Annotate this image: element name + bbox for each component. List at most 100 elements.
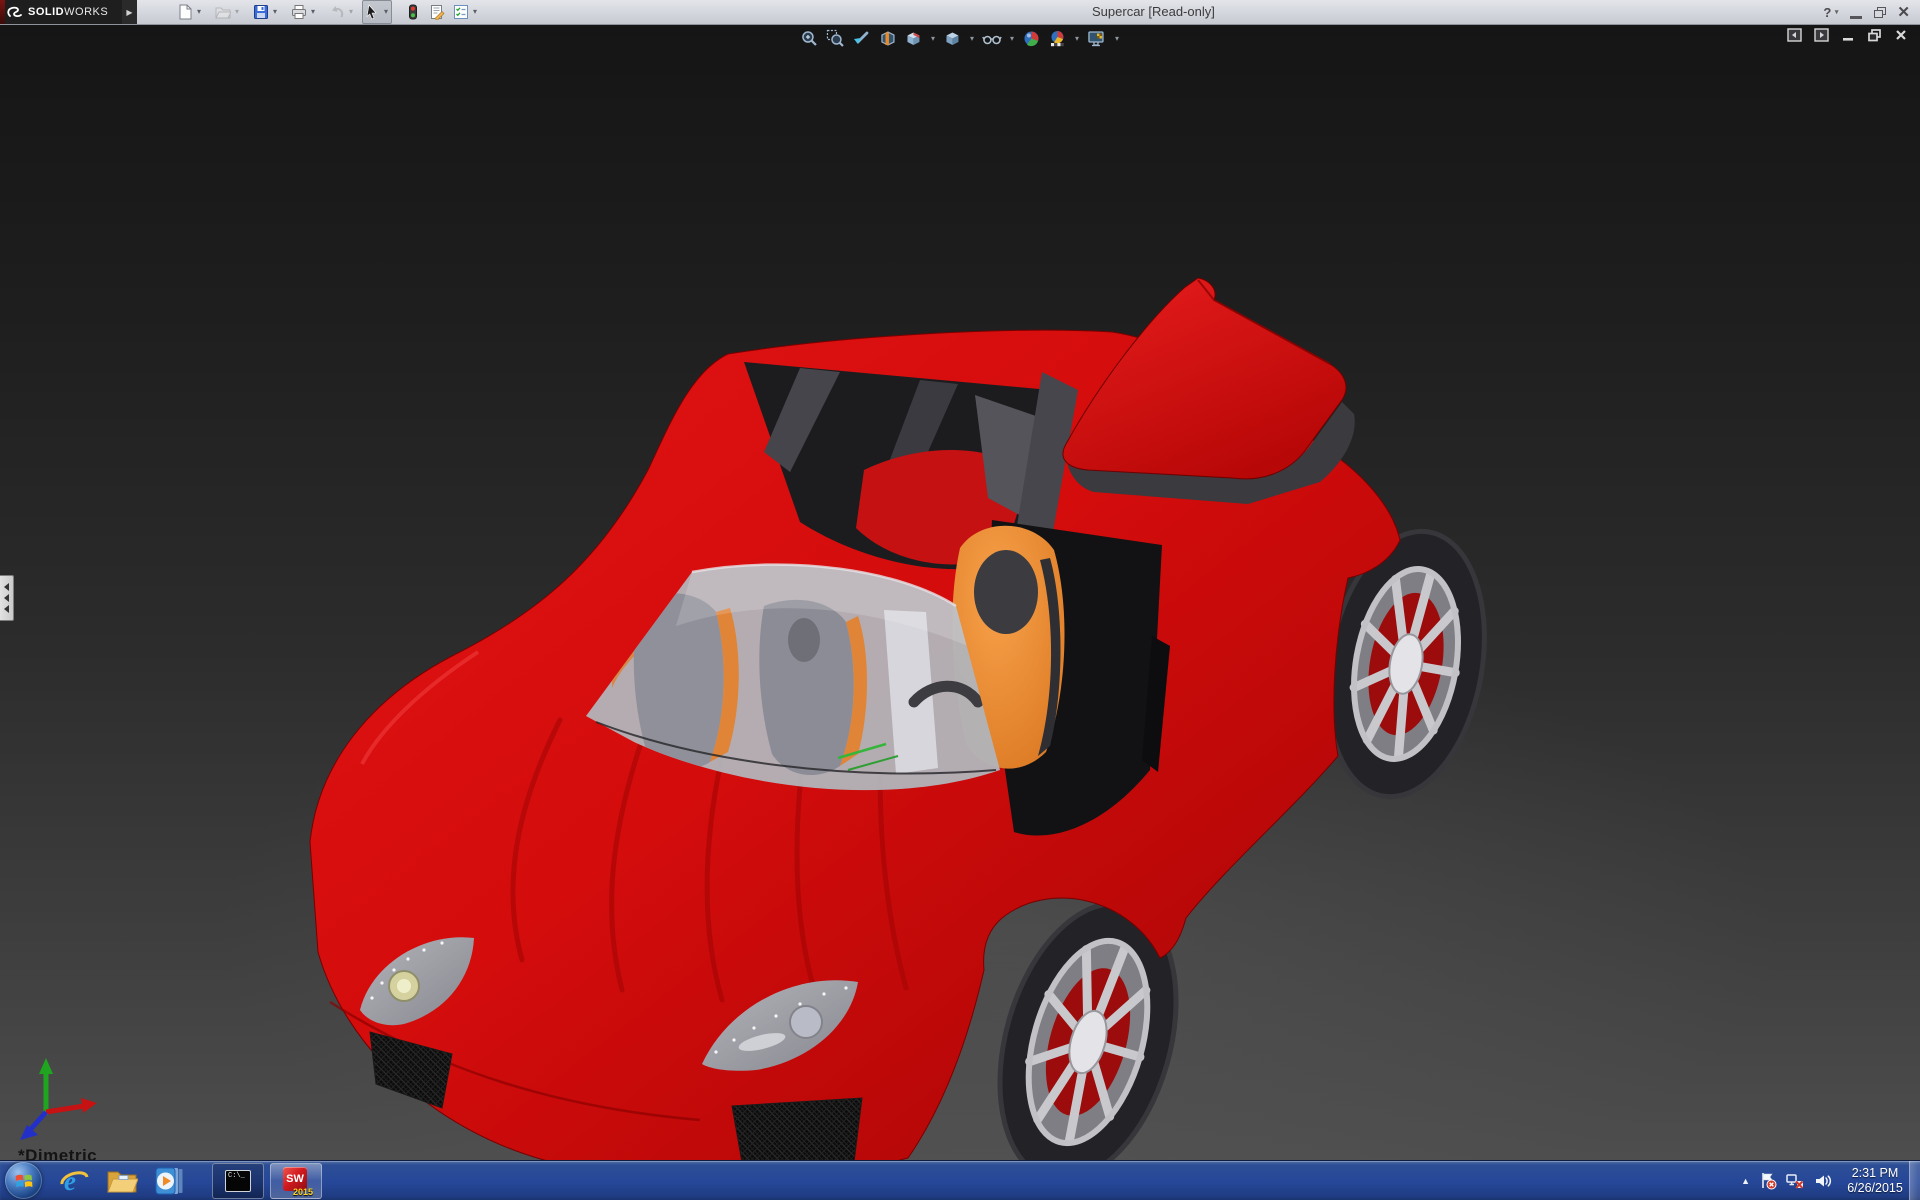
tray-time: 2:31 PM [1842,1166,1908,1181]
file-properties-icon [429,4,445,20]
print-icon [291,4,307,20]
titlebar: SOLIDWORKS ▶ ▾ ▾ ▾ [0,0,1920,25]
doc-minimize-icon [1841,28,1855,42]
view-settings-icon [1087,29,1107,48]
minimize-button[interactable] [1850,6,1862,19]
taskbar-windows-explorer[interactable] [98,1161,146,1200]
window-controls: ? ▾ ✕ [1823,0,1910,24]
undo-arrow-icon [329,4,345,20]
print-button[interactable] [290,1,308,23]
start-button[interactable] [5,1162,42,1199]
collapse-right-pane-button[interactable] [1814,28,1829,42]
previous-view-icon [852,29,871,48]
restore-button[interactable] [1874,7,1885,17]
taskbar: e C:\_ [0,1160,1920,1200]
zoom-to-fit-button[interactable] [799,27,820,49]
hide-show-items-dropdown[interactable]: ▾ [1010,34,1014,43]
edit-appearance-button[interactable] [1021,27,1042,49]
internet-explorer-icon: e [58,1165,90,1197]
zoom-to-area-icon [826,29,845,48]
help-button[interactable]: ? ▾ [1823,5,1838,20]
network-disconnected-icon[interactable] [1786,1172,1805,1190]
taskbar-solidworks-2015[interactable]: SW 2015 [270,1163,322,1199]
solidworks-window: SOLIDWORKS ▶ ▾ ▾ ▾ [0,0,1920,1200]
options-dropdown[interactable]: ▾ [470,2,480,22]
taskbar-internet-explorer[interactable]: e [50,1161,98,1200]
volume-icon[interactable] [1814,1172,1833,1190]
close-button[interactable]: ✕ [1897,3,1910,21]
view-orientation-cube-icon [904,29,923,48]
select-dropdown[interactable]: ▾ [381,2,391,22]
taskbar-media-player[interactable] [146,1161,194,1200]
appearance-sphere-icon [1022,29,1041,48]
supercar-model [0,24,1920,1160]
zoom-to-fit-icon [800,29,819,48]
pane-right-icon [1814,28,1829,42]
save-button[interactable] [252,1,270,23]
previous-view-button[interactable] [851,27,872,49]
tab-arrow-icon [4,594,9,602]
graphics-viewport[interactable]: ▾ ▾ ▾ [0,24,1920,1160]
eyeglasses-icon [982,29,1002,48]
open-dropdown[interactable]: ▾ [232,2,242,22]
file-properties-button[interactable] [428,1,446,23]
taskbar-command-prompt[interactable]: C:\_ [212,1163,264,1199]
traffic-light-icon [405,4,421,20]
select-tool-button[interactable] [363,1,381,23]
save-floppy-icon [253,4,269,20]
view-orientation-dropdown[interactable]: ▾ [931,34,935,43]
zoom-to-area-button[interactable] [825,27,846,49]
doc-close-button[interactable] [1894,28,1908,42]
view-settings-dropdown[interactable]: ▾ [1115,34,1119,43]
tab-arrow-icon [4,605,9,613]
save-dropdown[interactable]: ▾ [270,2,280,22]
heads-up-view-toolbar: ▾ ▾ ▾ [799,27,1121,49]
print-dropdown[interactable]: ▾ [308,2,318,22]
clock[interactable]: 2:31 PM 6/26/2015 [1842,1166,1908,1196]
view-orientation-button[interactable] [903,27,924,49]
display-style-button[interactable] [942,27,963,49]
document-window-controls [1787,28,1908,42]
solidworks-logo-icon [6,5,24,19]
show-desktop-button[interactable] [1909,1161,1920,1200]
doc-minimize-button[interactable] [1841,28,1855,42]
options-checklist-icon [453,4,469,20]
doc-restore-button[interactable] [1867,28,1882,42]
hide-show-items-button[interactable] [981,27,1003,49]
display-style-dropdown[interactable]: ▾ [970,34,974,43]
apply-scene-button[interactable] [1047,27,1068,49]
folder-icon [106,1166,138,1196]
system-tray: ▲ 2:31 PM 6/26/2015 [1741,1161,1908,1200]
menu-expand-arrow[interactable]: ▶ [122,0,137,24]
logo-red-strip [0,0,5,24]
action-center-flag-icon[interactable] [1759,1172,1777,1190]
tab-arrow-icon [4,583,9,591]
open-folder-icon [215,4,231,20]
apply-scene-icon [1048,29,1067,48]
display-style-cube-icon [943,29,962,48]
solidworks-logo: SOLIDWORKS [0,0,122,24]
new-document-icon [177,4,193,20]
view-settings-button[interactable] [1086,27,1108,49]
select-cursor-icon [364,4,380,20]
window-title: Supercar [Read-only] [1092,4,1215,19]
open-button[interactable] [214,1,232,23]
section-view-icon [878,29,897,48]
windows-flag-icon [14,1171,34,1191]
svg-text:e: e [64,1166,76,1196]
apply-scene-dropdown[interactable]: ▾ [1075,34,1079,43]
new-button[interactable] [176,1,194,23]
section-view-button[interactable] [877,27,898,49]
new-dropdown[interactable]: ▾ [194,2,204,22]
media-player-icon [154,1166,186,1196]
feature-manager-collapsed-tab[interactable] [0,575,14,621]
rebuild-button[interactable] [404,1,422,23]
undo-dropdown[interactable]: ▾ [346,2,356,22]
collapse-left-pane-button[interactable] [1787,28,1802,42]
lower-grille [732,1098,862,1160]
doc-close-icon [1894,28,1908,42]
show-hidden-icons-button[interactable]: ▲ [1741,1176,1750,1186]
options-button[interactable] [452,1,470,23]
reference-triad[interactable] [20,1058,97,1140]
undo-button[interactable] [328,1,346,23]
